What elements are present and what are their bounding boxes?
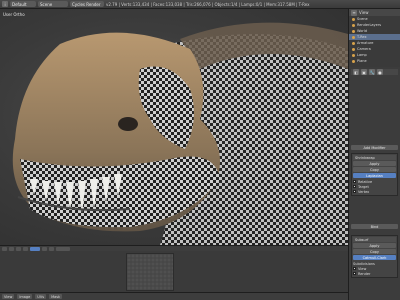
mode-button[interactable]: Laplacian: [353, 173, 396, 178]
material-tab-icon[interactable]: ●: [377, 69, 383, 75]
modifier-title[interactable]: Shrinkwrap: [353, 155, 396, 160]
world-icon: [352, 29, 355, 33]
checkbox-icon: [353, 180, 356, 183]
screen-layout-selector[interactable]: Default: [10, 1, 36, 7]
scene-icon: [352, 17, 355, 21]
properties-panel: ◧ ▣ 🔧 ● Add Modifier Shrinkwrap Apply Co…: [348, 67, 400, 300]
mode-selector[interactable]: [30, 246, 40, 251]
shading-selector[interactable]: [42, 246, 47, 251]
image-editor[interactable]: [0, 251, 348, 292]
modifier-tab-icon[interactable]: 🔧: [369, 69, 375, 75]
scene-selector[interactable]: Scene: [38, 1, 68, 7]
checkbox-icon: [353, 267, 356, 270]
add-menu-button[interactable]: [16, 246, 21, 251]
layer-buttons[interactable]: [56, 246, 70, 251]
pivot-selector[interactable]: [49, 246, 54, 251]
object-menu-button[interactable]: [23, 246, 28, 251]
uv-view-menu[interactable]: View: [2, 294, 15, 299]
apply-button[interactable]: Apply: [353, 161, 396, 166]
image-editor-toolbar: View Image UVs Mask: [0, 292, 348, 300]
add-modifier-button[interactable]: Add Modifier: [351, 145, 398, 150]
checkbox-icon: [353, 185, 356, 188]
render-tab-icon[interactable]: ◧: [353, 69, 359, 75]
apply-button[interactable]: Apply: [353, 243, 396, 248]
outliner-editor-icon[interactable]: ≡: [351, 9, 357, 16]
lamp-icon: [352, 53, 355, 57]
camera-icon: [352, 47, 355, 51]
checkbox-icon: [353, 272, 356, 275]
subdivision-type-button[interactable]: Catmull-Clark: [353, 255, 396, 260]
bind-button[interactable]: Bind: [351, 224, 398, 229]
dinosaur-model: [12, 22, 348, 245]
mesh-icon: [352, 59, 355, 63]
vertex-checkbox[interactable]: Vertex: [353, 189, 396, 194]
mesh-icon: [352, 35, 355, 39]
outliner-view-menu[interactable]: View: [359, 10, 369, 15]
3d-viewport[interactable]: User Ortho: [0, 9, 348, 245]
checkbox-icon: [353, 190, 356, 193]
render-engine-selector[interactable]: Cycles Render: [70, 1, 104, 7]
subsurf-panel: Subsurf Apply Copy Catmull-Clark Subdivi…: [351, 235, 398, 278]
render-levels-field[interactable]: Render: [353, 271, 396, 276]
info-editor-icon[interactable]: i: [2, 1, 8, 7]
outliner-header: ≡ View: [349, 9, 400, 16]
view-menu-button[interactable]: [2, 246, 7, 251]
subsurf-title[interactable]: Subsurf: [353, 237, 396, 242]
object-tab-icon[interactable]: ▣: [361, 69, 367, 75]
uv-image-menu[interactable]: Image: [17, 294, 33, 299]
select-menu-button[interactable]: [9, 246, 14, 251]
modifier-panel: Shrinkwrap Apply Copy Laplacian Relative…: [351, 153, 398, 196]
properties-tabs: ◧ ▣ 🔧 ●: [351, 69, 398, 75]
uv-texture-preview: [126, 253, 174, 291]
uv-uvs-menu[interactable]: UVs: [35, 294, 47, 299]
scene-stats: v2.79 | Verts:133,434 | Faces:133,038 | …: [106, 1, 310, 7]
uv-mask-menu[interactable]: Mask: [49, 294, 63, 299]
renderlayer-icon: [352, 23, 355, 27]
outliner-panel: ≡ View Scene RenderLayers World T-Rex Ar…: [348, 9, 400, 67]
copy-button[interactable]: Copy: [353, 167, 396, 172]
info-header: i Default Scene Cycles Render v2.79 | Ve…: [0, 0, 400, 9]
copy-button[interactable]: Copy: [353, 249, 396, 254]
outliner-item[interactable]: Plane: [349, 58, 400, 64]
armature-icon: [352, 41, 355, 45]
